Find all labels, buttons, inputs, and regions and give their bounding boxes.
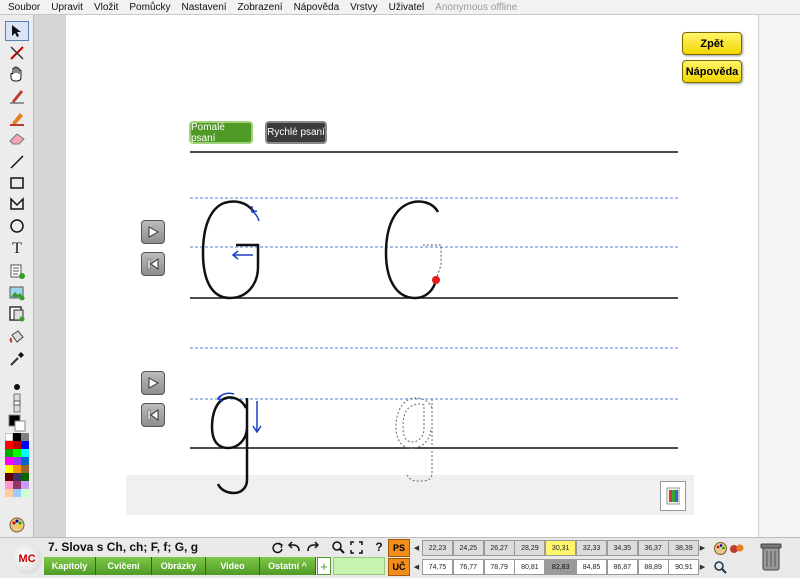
play-button-row2[interactable] <box>141 371 165 395</box>
eyedropper-icon[interactable] <box>5 349 29 369</box>
search-icon[interactable] <box>713 560 727 574</box>
uc-label: UČ <box>388 558 410 576</box>
note-icon[interactable] <box>5 261 29 281</box>
bottom-bar: MC 7. Slova s Ch, ch; F, f; G, g Kapitol… <box>0 537 800 578</box>
color-black-icon[interactable] <box>5 413 29 433</box>
bucket-icon[interactable] <box>5 327 29 347</box>
ellipse-icon[interactable] <box>5 216 29 236</box>
redo-icon[interactable] <box>305 540 319 554</box>
uc-page-cell[interactable]: 78,79 <box>483 559 515 575</box>
publisher-logo <box>660 481 686 511</box>
refresh-icon[interactable] <box>270 540 284 554</box>
rectangle-icon[interactable] <box>5 173 29 193</box>
puzzle-icon[interactable] <box>730 541 744 555</box>
ps-prev-icon[interactable]: ◀ <box>412 539 421 557</box>
lesson-title: 7. Slova s Ch, ch; F, f; G, g <box>48 540 199 554</box>
tab-obrazky[interactable]: Obrázky <box>152 557 206 575</box>
ps-page-cell[interactable]: 26,27 <box>483 540 515 556</box>
zoom-icon[interactable] <box>331 540 345 554</box>
uc-page-cell[interactable]: 74,75 <box>422 559 453 575</box>
ps-page-cell[interactable]: 32,33 <box>576 540 607 556</box>
play-icon <box>148 377 159 389</box>
ps-page-cell[interactable]: 28,29 <box>514 540 546 556</box>
letter-G-trace <box>384 200 440 300</box>
tab-ostatni[interactable]: Ostatní ^ <box>260 557 316 575</box>
menu-pomucky[interactable]: Pomůcky <box>129 2 170 13</box>
play-icon <box>148 226 159 238</box>
copy-icon[interactable] <box>5 304 29 324</box>
uc-page-cell[interactable]: 76,77 <box>452 559 484 575</box>
mc-logo[interactable]: MC <box>12 544 42 574</box>
eraser-x-icon[interactable] <box>5 43 29 63</box>
restart-icon <box>147 258 159 270</box>
menu-uzivatel[interactable]: Uživatel <box>389 2 425 13</box>
highlighter-icon[interactable] <box>5 108 29 128</box>
ps-page-cell[interactable]: 30,31 <box>545 540 577 556</box>
ps-page-cell[interactable]: 34,35 <box>606 540 638 556</box>
slow-writing-button[interactable]: Pomalé psaní <box>189 121 253 144</box>
menu-soubor[interactable]: Soubor <box>8 2 40 13</box>
fast-writing-button[interactable]: Rychlé psaní <box>265 121 327 144</box>
text-icon[interactable]: T <box>5 239 29 259</box>
add-icon[interactable]: + <box>317 557 331 575</box>
trash-icon[interactable] <box>760 542 782 572</box>
letter-g-outline <box>395 397 433 482</box>
menu-napoveda[interactable]: Nápověda <box>294 2 340 13</box>
size-icon[interactable] <box>5 393 29 413</box>
palette-icon[interactable] <box>713 541 727 555</box>
ps-label: PS <box>388 539 410 557</box>
uc-page-cell[interactable]: 84,85 <box>576 559 607 575</box>
hand-icon[interactable] <box>5 64 29 84</box>
start-dot <box>432 276 440 284</box>
cursor-icon[interactable] <box>5 21 29 41</box>
menu-vlozit[interactable]: Vložit <box>94 2 118 13</box>
uc-page-cell[interactable]: 80,81 <box>514 559 546 575</box>
restart-icon <box>147 409 159 421</box>
uc-page-cell[interactable]: 82,83 <box>545 559 577 575</box>
tab-kapitoly[interactable]: Kapitoly <box>44 557 96 575</box>
tool-palette: T <box>0 15 34 537</box>
uc-page-cell[interactable]: 90,91 <box>668 559 700 575</box>
menu-bar: Soubor Upravit Vložit Pomůcky Nastavení … <box>0 0 800 15</box>
menu-zobrazeni[interactable]: Zobrazení <box>238 2 283 13</box>
eraser-icon[interactable] <box>5 129 29 149</box>
ps-page-cell[interactable]: 24,25 <box>452 540 484 556</box>
line-icon[interactable] <box>5 152 29 172</box>
handwriting-guides <box>126 151 694 515</box>
help-icon[interactable]: ? <box>372 540 386 554</box>
letter-G-model <box>201 200 260 300</box>
image-icon[interactable] <box>5 283 29 303</box>
tab-video[interactable]: Video <box>206 557 260 575</box>
play-button-row1[interactable] <box>141 220 165 244</box>
palette-icon[interactable] <box>5 515 29 535</box>
color-palette[interactable] <box>4 432 29 515</box>
polygon-icon[interactable] <box>5 194 29 214</box>
ps-page-cell[interactable]: 22,23 <box>422 540 453 556</box>
user-status: Anonymous offline <box>435 1 518 13</box>
menu-nastaveni[interactable]: Nastavení <box>182 2 227 13</box>
uc-prev-icon[interactable]: ◀ <box>412 558 421 576</box>
undo-icon[interactable] <box>287 540 301 554</box>
right-panel <box>758 15 800 537</box>
writing-canvas[interactable]: Zpět Nápověda Pomalé psaní Rychlé psaní <box>66 15 758 537</box>
help-button[interactable]: Nápověda <box>682 60 742 83</box>
pen-icon[interactable] <box>5 86 29 106</box>
restart-button-row1[interactable] <box>141 252 165 276</box>
note-field[interactable] <box>333 557 385 575</box>
uc-page-cell[interactable]: 86,87 <box>606 559 638 575</box>
ps-page-cell[interactable]: 36,37 <box>637 540 669 556</box>
uc-page-cell[interactable]: 88,89 <box>637 559 669 575</box>
ps-page-cell[interactable]: 38,39 <box>668 540 700 556</box>
tab-cviceni[interactable]: Cvičení <box>96 557 152 575</box>
back-button[interactable]: Zpět <box>682 32 742 55</box>
fullscreen-icon[interactable] <box>349 540 363 554</box>
menu-vrstvy[interactable]: Vrstvy <box>350 2 377 13</box>
menu-upravit[interactable]: Upravit <box>51 2 83 13</box>
restart-button-row2[interactable] <box>141 403 165 427</box>
